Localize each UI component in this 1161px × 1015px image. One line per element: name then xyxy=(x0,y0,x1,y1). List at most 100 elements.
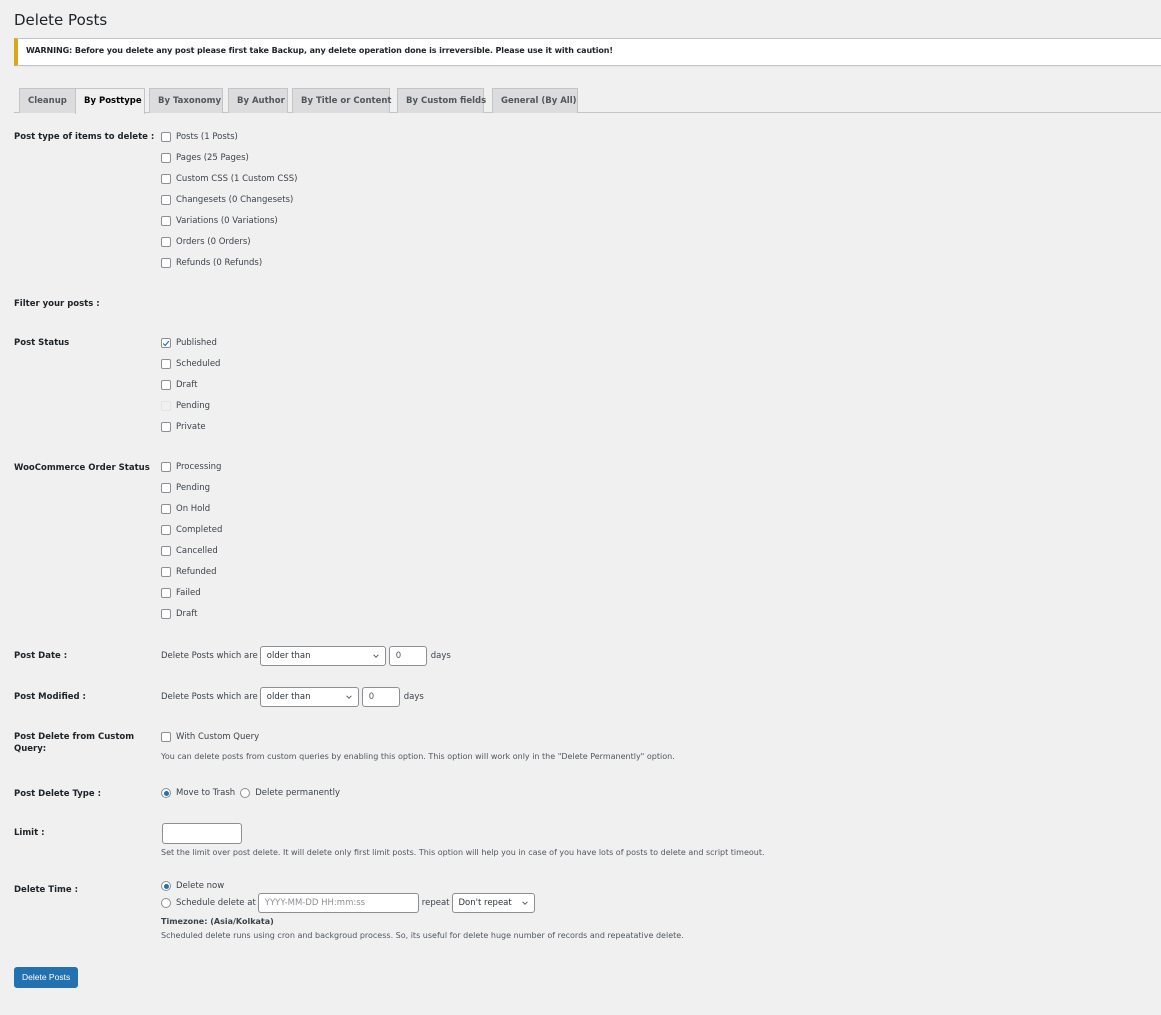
woo-status-option[interactable]: Pending xyxy=(161,482,210,494)
post-status-option[interactable]: Draft xyxy=(161,379,197,391)
woo-status-option[interactable]: Failed xyxy=(161,587,201,599)
woo-status-option-label: Draft xyxy=(176,609,198,619)
post-status-option[interactable]: Private xyxy=(161,421,206,433)
tab-cleanup[interactable]: Cleanup xyxy=(19,88,76,113)
tab-by-taxonomy[interactable]: By Taxonomy xyxy=(149,88,223,113)
checkbox[interactable] xyxy=(161,237,171,247)
post-modified-prefix: Delete Posts which are xyxy=(161,692,258,702)
chevron-down-icon xyxy=(346,695,352,699)
tab-by-title-or-content[interactable]: By Title or Content xyxy=(292,88,391,113)
post-date-label: Post Date : xyxy=(14,651,68,661)
tab-by-author[interactable]: By Author xyxy=(228,88,288,113)
checkbox[interactable] xyxy=(161,132,171,142)
tab-by-posttype[interactable]: By Posttype xyxy=(75,88,145,114)
checkbox[interactable] xyxy=(161,380,171,390)
checkbox[interactable] xyxy=(161,483,171,493)
checkbox[interactable] xyxy=(161,216,171,226)
checkbox[interactable] xyxy=(161,359,171,369)
post-type-option[interactable]: Changesets (0 Changesets) xyxy=(161,194,293,206)
post-status-option-label: Scheduled xyxy=(176,359,221,369)
woo-status-option[interactable]: On Hold xyxy=(161,503,210,515)
radio-button[interactable] xyxy=(161,788,171,798)
post-date-select[interactable]: older than xyxy=(259,646,386,666)
post-type-option-label: Posts (1 Posts) xyxy=(176,132,238,142)
post-type-label: Post type of items to delete : xyxy=(14,132,155,142)
woo-status-option-label: Processing xyxy=(176,462,222,472)
checkbox[interactable] xyxy=(161,462,171,472)
radio-button[interactable] xyxy=(240,788,251,798)
post-type-option[interactable]: Variations (0 Variations) xyxy=(161,215,278,227)
post-status-option-label: Pending xyxy=(176,401,210,411)
woo-status-option[interactable]: Draft xyxy=(161,608,197,620)
post-type-option-label: Pages (25 Pages) xyxy=(176,153,249,163)
repeat-select[interactable]: Don't repeat xyxy=(451,893,535,913)
tab-by-custom-fields[interactable]: By Custom fields xyxy=(397,88,486,113)
radio-button[interactable] xyxy=(161,898,171,908)
warning-text: WARNING: Before you delete any post plea… xyxy=(26,46,613,55)
post-modified-select[interactable]: older than xyxy=(259,687,359,707)
delete-time-label: Delete Time : xyxy=(14,885,78,895)
post-date-row: Delete Posts which are older than 0 days xyxy=(161,646,451,666)
warning-notice: WARNING: Before you delete any post plea… xyxy=(14,38,1161,66)
woo-status-option[interactable]: Cancelled xyxy=(161,545,218,557)
post-modified-row: Delete Posts which are older than 0 days xyxy=(161,687,424,707)
post-type-option-label: Changesets (0 Changesets) xyxy=(176,195,294,205)
woo-status-option[interactable]: Refunded xyxy=(161,566,217,578)
post-modified-suffix: days xyxy=(403,692,424,702)
post-type-option-label: Custom CSS (1 Custom CSS) xyxy=(176,174,298,184)
post-type-option[interactable]: Custom CSS (1 Custom CSS) xyxy=(161,173,297,185)
post-type-option[interactable]: Orders (0 Orders) xyxy=(161,236,251,248)
checkbox[interactable] xyxy=(161,525,171,535)
checkbox[interactable] xyxy=(161,588,171,598)
post-date-days-input[interactable]: 0 xyxy=(388,646,427,666)
post-status-option[interactable]: Pending xyxy=(161,400,210,412)
radio-schedule-delete[interactable]: Schedule delete at xyxy=(161,898,256,908)
checkbox[interactable] xyxy=(161,153,171,163)
woo-status-option-label: On Hold xyxy=(176,504,211,514)
delete-permanently-label: Delete permanently xyxy=(255,788,341,798)
checkbox-checked[interactable] xyxy=(161,338,171,348)
checkbox[interactable] xyxy=(161,195,171,205)
post-modified-select-value: older than xyxy=(266,692,311,702)
post-status-option[interactable]: Published xyxy=(161,337,217,349)
custom-query-checkbox[interactable]: With Custom Query xyxy=(161,731,259,743)
delete-posts-button[interactable]: Delete Posts xyxy=(14,967,79,988)
checkbox[interactable] xyxy=(161,546,171,556)
post-status-option[interactable]: Scheduled xyxy=(161,358,220,370)
woo-status-option-label: Cancelled xyxy=(176,546,218,556)
post-type-option[interactable]: Pages (25 Pages) xyxy=(161,152,249,164)
checkbox[interactable] xyxy=(161,401,171,411)
checkbox[interactable] xyxy=(161,732,171,742)
woo-status-option-label: Refunded xyxy=(176,567,217,577)
post-date-prefix: Delete Posts which are xyxy=(161,651,258,661)
delete-type-label: Post Delete Type : xyxy=(14,789,101,799)
post-type-option[interactable]: Posts (1 Posts) xyxy=(161,131,238,143)
radio-button[interactable] xyxy=(161,881,171,891)
checkbox[interactable] xyxy=(161,258,171,268)
tab-general-by-all[interactable]: General (By All) xyxy=(492,88,578,113)
limit-input[interactable] xyxy=(162,823,242,844)
repeat-select-value: Don't repeat xyxy=(458,898,512,908)
checkbox[interactable] xyxy=(161,174,171,184)
custom-query-label: Post Delete from Custom Query: xyxy=(14,732,135,754)
woo-status-option[interactable]: Processing xyxy=(161,461,221,473)
woo-status-label: WooCommerce Order Status xyxy=(14,463,150,473)
filter-label: Filter your posts : xyxy=(14,299,100,309)
woo-status-option[interactable]: Completed xyxy=(161,524,222,536)
checkbox[interactable] xyxy=(161,422,171,432)
delete-time-description: Scheduled delete runs using cron and bac… xyxy=(161,931,684,940)
post-type-option[interactable]: Refunds (0 Refunds) xyxy=(161,257,262,269)
checkbox[interactable] xyxy=(161,609,171,619)
chevron-down-icon xyxy=(373,654,379,658)
woo-status-option-label: Completed xyxy=(176,525,223,535)
checkbox[interactable] xyxy=(161,504,171,514)
post-modified-label: Post Modified : xyxy=(14,692,86,702)
radio-delete-permanently[interactable]: Delete permanently xyxy=(240,788,340,798)
schedule-datetime-input[interactable]: YYYY-MM-DD HH:mm:ss xyxy=(257,893,419,913)
post-type-option-label: Variations (0 Variations) xyxy=(176,216,278,226)
woo-status-option-label: Pending xyxy=(176,483,210,493)
radio-delete-now[interactable]: Delete now xyxy=(161,880,224,892)
checkbox[interactable] xyxy=(161,567,171,577)
radio-move-to-trash[interactable]: Move to Trash xyxy=(161,788,235,798)
post-modified-days-input[interactable]: 0 xyxy=(361,687,400,707)
